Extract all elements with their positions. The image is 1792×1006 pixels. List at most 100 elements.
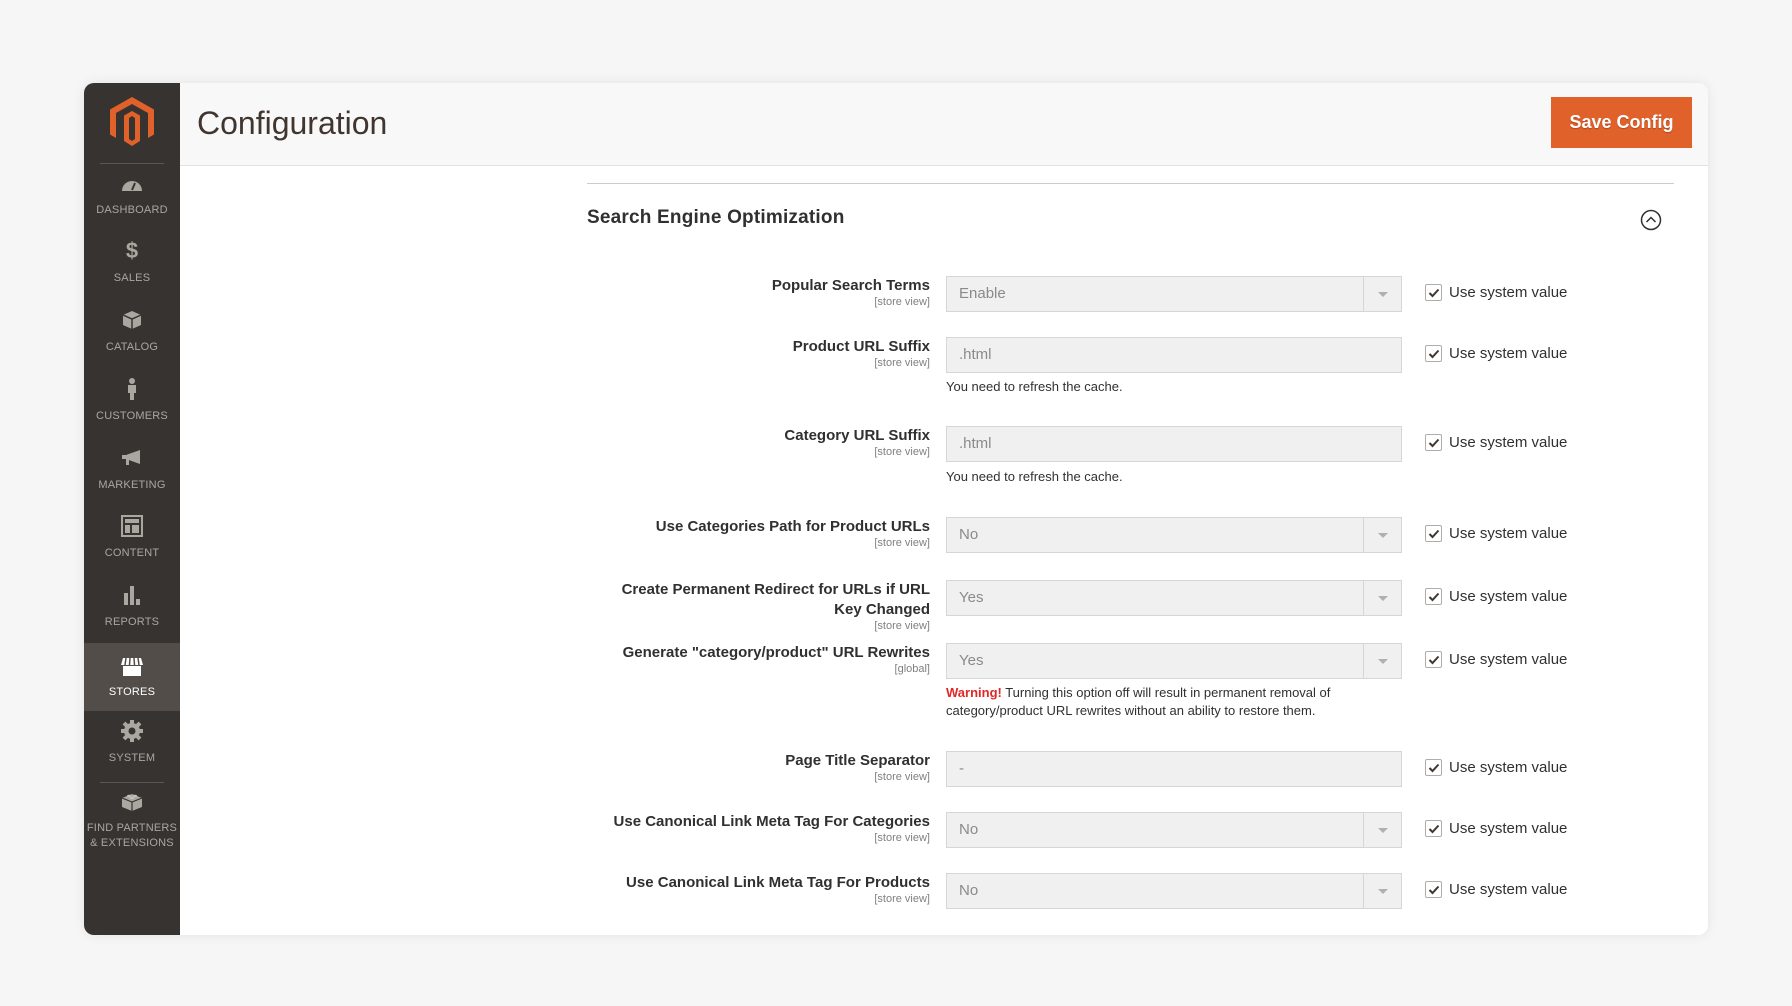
select-value: Yes (959, 589, 984, 606)
checkmark-icon (1428, 288, 1440, 298)
canonical-categories-select[interactable]: No (946, 812, 1402, 848)
input-value: - (959, 760, 964, 777)
checkbox[interactable] (1425, 284, 1442, 301)
box-icon (122, 311, 142, 329)
dropdown-toggle[interactable] (1363, 518, 1401, 552)
field-note: You need to refresh the cache. (946, 469, 1123, 484)
input-value: .html (959, 435, 992, 452)
sidebar-item-sales[interactable]: $ SALES (84, 239, 180, 307)
field-label-text: Popular Search Terms (771, 277, 930, 294)
dropdown-toggle[interactable] (1363, 581, 1401, 615)
scope-label: [store view] (874, 537, 930, 549)
chevron-down-icon (1378, 292, 1388, 297)
use-system-value-label: Use system value (1449, 434, 1568, 451)
category-url-suffix-input[interactable]: .html (946, 426, 1402, 462)
page-title-separator-input[interactable]: - (946, 751, 1402, 787)
dropdown-toggle[interactable] (1363, 277, 1401, 311)
use-system-value-label: Use system value (1449, 345, 1568, 362)
sidebar-item-dashboard[interactable]: DASHBOARD (84, 171, 180, 239)
checkbox[interactable] (1425, 588, 1442, 605)
lego-brick-icon (121, 794, 143, 811)
select-value: No (959, 821, 979, 838)
checkmark-icon (1428, 824, 1440, 834)
admin-sidebar: DASHBOARD $ SALES CATALOG CUSTOMERS MARK… (84, 83, 180, 935)
field-label: Use Categories Path for Product URLs [st… (590, 517, 930, 550)
checkbox[interactable] (1425, 525, 1442, 542)
use-categories-path-select[interactable]: No (946, 517, 1402, 553)
generate-url-rewrites-select[interactable]: Yes (946, 643, 1402, 679)
warning-label: Warning! (946, 685, 1002, 700)
dropdown-toggle[interactable] (1363, 874, 1401, 908)
select-value: Enable (959, 285, 1006, 302)
collapse-section-icon[interactable] (1640, 209, 1662, 231)
sidebar-item-system[interactable]: SYSTEM (84, 719, 180, 787)
chevron-down-icon (1378, 596, 1388, 601)
sidebar-divider (100, 163, 164, 164)
field-label-text: Use Categories Path for Product URLs (655, 518, 930, 535)
create-permanent-redirect-select[interactable]: Yes (946, 580, 1402, 616)
bar-chart-icon (124, 586, 140, 605)
scope-label: [store view] (874, 357, 930, 369)
sidebar-item-label: SYSTEM (108, 752, 156, 764)
scope-label: [store view] (874, 296, 930, 308)
chevron-down-icon (1378, 659, 1388, 664)
warning-note: Warning! Turning this option off will re… (946, 684, 1386, 720)
sidebar-item-label: FIND PARTNERS (86, 822, 178, 834)
field-label-text: Generate "category/product" URL Rewrites (622, 644, 930, 661)
sidebar-item-customers[interactable]: CUSTOMERS (84, 377, 180, 445)
sidebar-item-find-partners[interactable]: FIND PARTNERS & EXTENSIONS (84, 789, 180, 869)
checkbox[interactable] (1425, 881, 1442, 898)
dropdown-toggle[interactable] (1363, 644, 1401, 678)
sidebar-item-content[interactable]: CONTENT (84, 514, 180, 582)
sidebar-divider (100, 782, 164, 783)
scope-label: [global] (894, 663, 930, 675)
save-config-button[interactable]: Save Config (1551, 97, 1692, 148)
chevron-down-icon (1378, 828, 1388, 833)
sidebar-item-label: CUSTOMERS (96, 410, 168, 422)
checkbox[interactable] (1425, 759, 1442, 776)
field-label: Popular Search Terms [store view] (590, 276, 930, 309)
gear-icon (121, 720, 143, 742)
field-label: Use Canonical Link Meta Tag For Categori… (510, 812, 930, 845)
checkbox[interactable] (1425, 820, 1442, 837)
sidebar-item-label: DASHBOARD (96, 204, 168, 216)
checkmark-icon (1428, 349, 1440, 359)
checkmark-icon (1428, 438, 1440, 448)
field-label: Generate "category/product" URL Rewrites… (530, 643, 930, 676)
checkmark-icon (1428, 885, 1440, 895)
storefront-icon (121, 657, 143, 676)
checkbox[interactable] (1425, 651, 1442, 668)
scope-label: [store view] (874, 832, 930, 844)
dropdown-toggle[interactable] (1363, 813, 1401, 847)
scope-label: [store view] (874, 771, 930, 783)
canonical-products-select[interactable]: No (946, 873, 1402, 909)
page-title: Configuration (197, 105, 388, 141)
sidebar-item-reports[interactable]: REPORTS (84, 583, 180, 651)
use-system-value-label: Use system value (1449, 881, 1568, 898)
sidebar-item-catalog[interactable]: CATALOG (84, 308, 180, 376)
magento-logo-icon[interactable] (110, 97, 154, 147)
select-value: No (959, 526, 979, 543)
field-label: Create Permanent Redirect for URLs if UR… (570, 580, 930, 633)
field-label: Page Title Separator [store view] (590, 751, 930, 784)
use-system-value-label: Use system value (1449, 651, 1568, 668)
checkmark-icon (1428, 529, 1440, 539)
section-title[interactable]: Search Engine Optimization (587, 207, 845, 229)
dollar-icon: $ (125, 238, 139, 263)
popular-search-terms-select[interactable]: Enable (946, 276, 1402, 312)
sidebar-item-marketing[interactable]: MARKETING (84, 446, 180, 514)
checkbox[interactable] (1425, 434, 1442, 451)
product-url-suffix-input[interactable]: .html (946, 337, 1402, 373)
admin-window: DASHBOARD $ SALES CATALOG CUSTOMERS MARK… (84, 83, 1708, 935)
chevron-down-icon (1378, 889, 1388, 894)
person-icon (128, 378, 136, 400)
sidebar-item-label: SALES (113, 272, 151, 284)
checkmark-icon (1428, 763, 1440, 773)
sidebar-item-stores[interactable]: STORES (84, 643, 180, 711)
chevron-down-icon (1378, 533, 1388, 538)
checkmark-icon (1428, 592, 1440, 602)
checkbox[interactable] (1425, 345, 1442, 362)
layout-icon (121, 515, 143, 537)
dashboard-gauge-icon (122, 181, 142, 191)
field-label-text: Category URL Suffix (784, 427, 930, 444)
